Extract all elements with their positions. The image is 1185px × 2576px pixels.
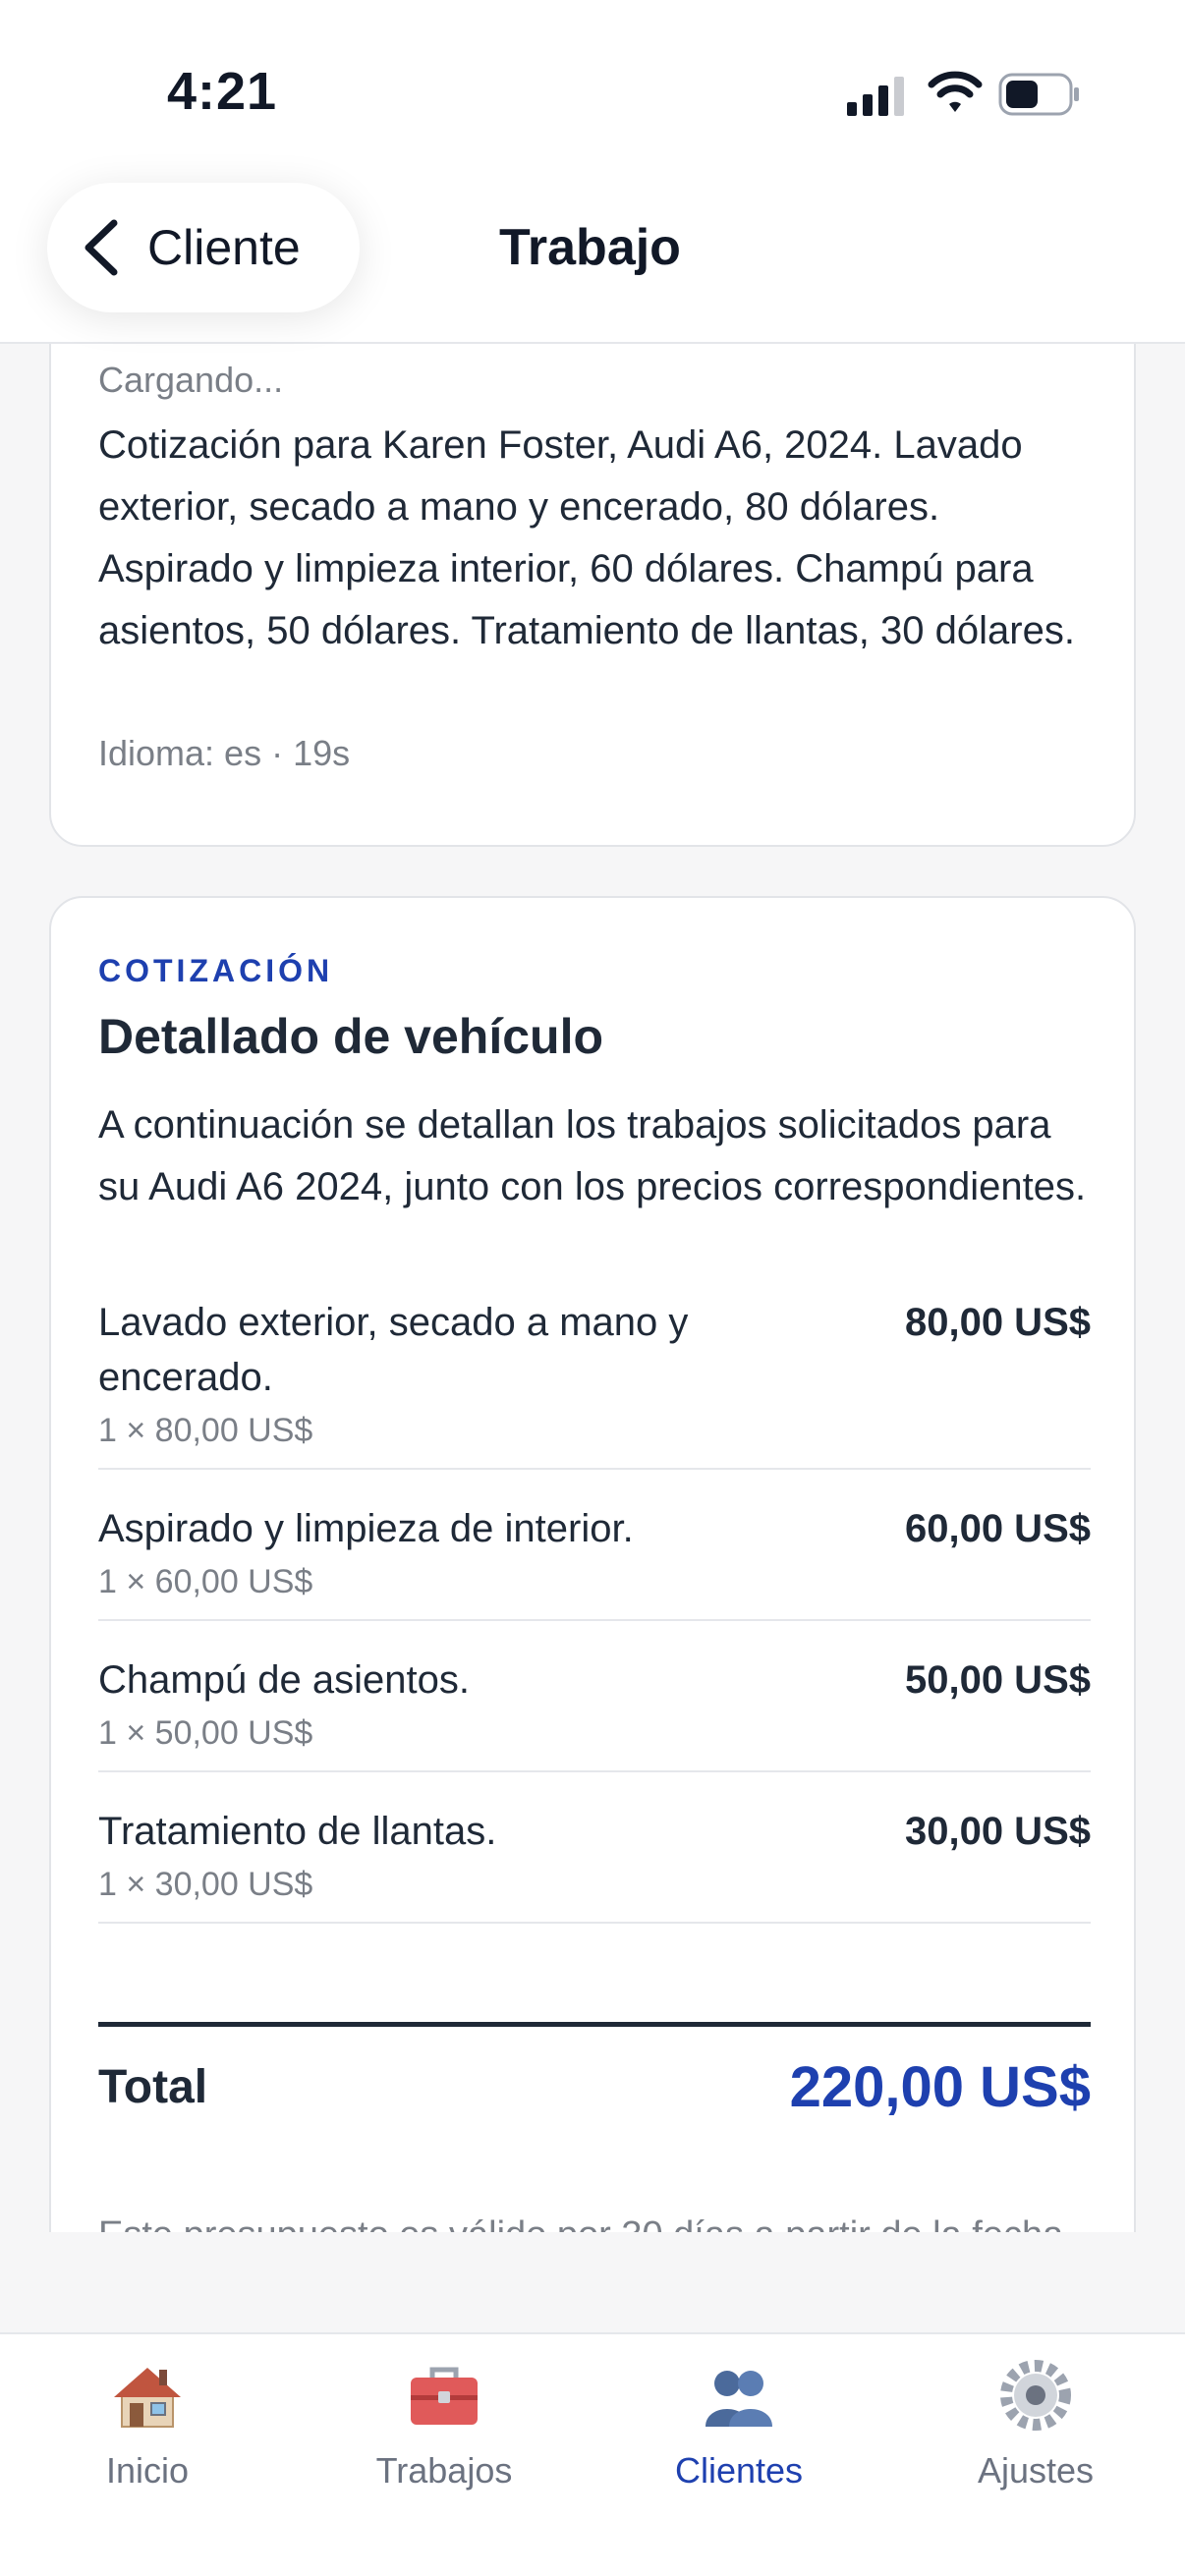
house-icon [114,2368,181,2428]
loading-text: Cargando... [98,360,284,400]
cellular-signal-icon [847,77,904,116]
total-label: Total [98,2061,208,2113]
transcript-meta: Idioma: es · 19s [98,733,351,773]
line-item-amount: 80,00 US$ [904,1301,1091,1344]
tab-inicio[interactable]: Inicio [0,2356,295,2503]
tab-ajustes[interactable]: Ajustes [888,2356,1183,2503]
total-amount: 220,00 US$ [789,2055,1091,2119]
status-time: 4:21 [167,62,278,121]
tab-label: Inicio [105,2450,190,2491]
line-item-name: Tratamiento de llantas. [98,1810,497,1853]
wifi-icon [928,71,983,112]
line-item-detail: 1 × 80,00 US$ [98,1412,313,1449]
quote-intro: A continuación se detallan los trabajos … [98,1103,1087,1208]
quote-title: Detallado de vehículo [98,1009,604,1064]
navigation-header: Cliente Trabajo [0,177,1185,344]
line-item-name: Aspirado y limpieza de interior. [98,1507,634,1550]
line-item-detail: 1 × 60,00 US$ [98,1563,313,1600]
page-title: Trabajo [499,219,681,276]
line-item: Lavado exterior, secado a mano y encerad… [98,1295,1091,1470]
line-item-amount: 50,00 US$ [904,1658,1091,1702]
quote-card: COTIZACIÓN Detallado de vehículo A conti… [49,896,1136,2232]
line-item-name: Champú de asientos. [98,1658,471,1702]
tab-bar: Inicio Trabajos Clientes Ajustes [0,2332,1185,2576]
validity-note: Este presupuesto es válido por 30 días a… [98,2214,1091,2232]
chevron-left-icon [85,219,118,276]
line-items: Lavado exterior, secado a mano y encerad… [98,1295,1091,1955]
total-row: Total 220,00 US$ [98,2022,1091,2120]
quote-kicker: COTIZACIÓN [98,953,334,988]
people-icon [705,2371,772,2427]
gear-icon [1000,2360,1071,2431]
line-item-amount: 30,00 US$ [904,1810,1091,1853]
status-bar: 4:21 [0,0,1185,177]
scroll-content[interactable]: Cargando... Cotización para Karen Foster… [0,344,1185,2232]
tab-trabajos[interactable]: Trabajos [297,2356,592,2503]
back-button[interactable]: Cliente [47,183,360,312]
line-item-detail: 1 × 50,00 US$ [98,1714,313,1752]
line-item: Tratamiento de llantas. 1 × 30,00 US$ 30… [98,1804,1091,1924]
transcript-text: Cotización para Karen Foster, Audi A6, 2… [98,423,1075,652]
back-button-label: Cliente [147,220,301,275]
toolbox-icon [411,2367,478,2425]
battery-icon [998,73,1079,116]
tab-clientes[interactable]: Clientes [592,2356,886,2503]
line-item: Aspirado y limpieza de interior. 1 × 60,… [98,1501,1091,1621]
line-item-amount: 60,00 US$ [904,1507,1091,1550]
transcript-card: Cargando... Cotización para Karen Foster… [49,344,1136,847]
tab-label: Trabajos [375,2450,513,2491]
line-item-detail: 1 × 30,00 US$ [98,1866,313,1903]
tab-label: Ajustes [977,2450,1095,2491]
line-item-name: Lavado exterior, secado a mano y encerad… [98,1301,689,1399]
tab-label: Clientes [674,2450,804,2491]
line-item: Champú de asientos. 1 × 50,00 US$ 50,00 … [98,1652,1091,1772]
